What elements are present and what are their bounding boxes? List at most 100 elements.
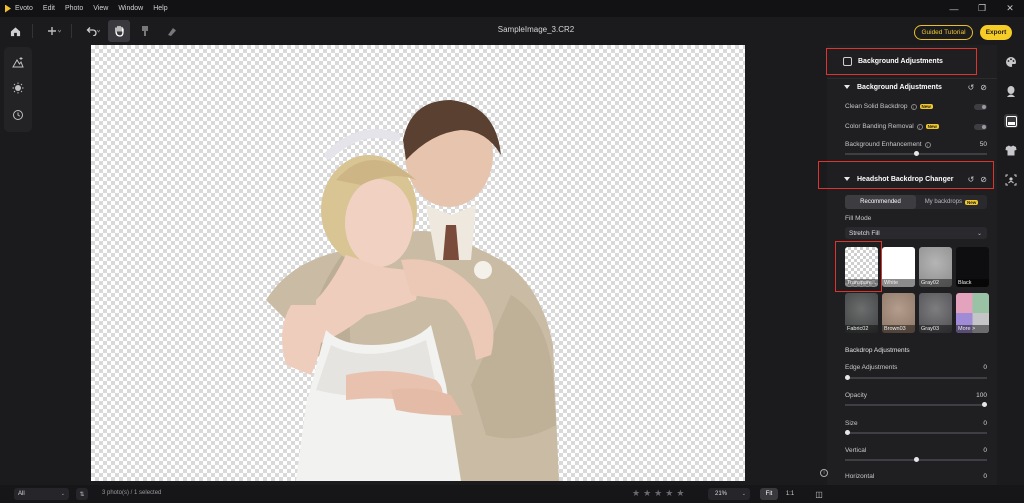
adjust-light-icon[interactable] [8,79,28,97]
clean-solid-backdrop-toggle[interactable] [974,104,987,110]
backdrop-more[interactable]: More > [956,293,989,333]
color-banding-toggle[interactable] [974,124,987,130]
star-icon[interactable]: ★ [654,488,662,499]
sort-icon[interactable]: ⇅ [76,488,88,500]
backdrop-label: Gray02 [919,279,952,287]
fill-mode-select[interactable]: Stretch Fill ⌄ [845,227,987,239]
menu-help[interactable]: Help [153,5,167,12]
filter-select[interactable]: All ⌄ [14,488,69,500]
backdrop-tabs: Recommended My backdrops New [845,195,987,209]
background-enhancement-row: Background Enhancement i [845,141,931,148]
menu-edit[interactable]: Edit [43,5,55,12]
info-icon[interactable]: i [924,141,931,148]
slider-knob[interactable] [845,375,850,380]
section-title: Background Adjustments [857,83,942,91]
undo-icon[interactable] [82,20,104,42]
hand-tool-icon[interactable] [108,20,130,42]
size-slider[interactable] [845,430,987,435]
crop-person-icon[interactable] [1004,173,1018,187]
star-icon[interactable]: ★ [632,488,640,499]
filter-value: All [18,491,25,497]
history-icon[interactable] [8,106,28,124]
reset-icon[interactable]: ↺ [968,83,975,92]
fill-mode-value: Stretch Fill [849,229,880,237]
tab-recommended[interactable]: Recommended [845,195,916,209]
slider-knob[interactable] [913,457,919,462]
guided-tutorial-button[interactable]: Guided Tutorial [914,25,973,40]
toolbar-divider [71,24,72,38]
highlight-box [826,48,977,75]
opacity-label: Opacity [845,392,868,399]
backdrop-brown03[interactable]: Brown03 [882,293,915,333]
new-badge: New [919,104,933,109]
file-title: SampleImage_3.CR2 [497,25,575,34]
minimize-button[interactable]: — [940,0,968,17]
tab-my-backdrops-label: My backdrops [924,199,963,205]
collapse-triangle-icon[interactable] [844,85,850,89]
edge-adjustments-slider[interactable] [845,375,987,380]
bottom-bar: All ⌄ ⇅ 3 photo(s) / 1 selected ★ ★ ★ ★ … [0,485,1024,503]
star-icon[interactable]: ★ [665,488,673,499]
star-icon[interactable]: ★ [676,488,684,499]
background-enhancement-slider[interactable] [845,151,987,156]
menu-bar: Evoto Edit Photo View Window Help — ❐ ✕ [0,0,1024,17]
new-badge: New [965,199,979,205]
vertical-value: 0 [983,447,987,454]
add-icon[interactable] [43,20,65,42]
info-icon[interactable]: i [910,103,917,110]
chevron-down-icon: ⌄ [60,491,65,497]
compare-icon[interactable]: ◫ [813,488,825,500]
backdrop-black[interactable]: Black [956,247,989,287]
backdrop-label: More > [956,325,989,333]
maximize-button[interactable]: ❐ [968,0,996,17]
couple-photo [266,100,559,481]
menu-window[interactable]: Window [118,5,143,12]
tab-my-backdrops[interactable]: My backdrops New [916,195,987,209]
fit-button[interactable]: Fit [760,488,778,500]
backdrop-fabric02[interactable]: Fabric02 [845,293,878,333]
star-rating[interactable]: ★ ★ ★ ★ ★ [632,488,684,499]
toggle-visibility-icon[interactable]: ⊘ [980,83,987,92]
menu-app[interactable]: Evoto [15,5,33,12]
clean-solid-backdrop-label: Clean Solid Backdrop [845,103,908,110]
menu-view[interactable]: View [93,5,108,12]
background-enhancement-value: 50 [979,141,987,148]
home-icon[interactable] [4,20,26,42]
portrait-icon[interactable] [1004,84,1018,98]
canvas-info-icon[interactable]: i [820,469,828,477]
backdrop-white[interactable]: White [882,247,915,287]
export-button[interactable]: Export [980,25,1012,40]
backdrop-gray03[interactable]: Gray03 [919,293,952,333]
slider-knob[interactable] [913,151,919,156]
vertical-slider[interactable] [845,457,987,462]
size-label: Size [845,420,858,427]
highlight-box [818,161,994,189]
slider-knob[interactable] [845,430,850,435]
star-icon[interactable]: ★ [643,488,651,499]
slider-knob[interactable] [982,402,987,407]
highlight-box [835,241,882,292]
horizontal-value: 0 [983,473,987,480]
eraser-icon[interactable] [160,20,182,42]
menu-photo[interactable]: Photo [65,5,83,12]
backdrop-adjustments-title: Backdrop Adjustments [845,347,910,354]
toolbar-divider [32,24,33,38]
backdrop-label: White [882,279,915,287]
palette-icon[interactable] [1004,55,1018,69]
photo-count: 3 photo(s) / 1 selected [102,490,162,496]
close-window-button[interactable]: ✕ [996,0,1024,17]
backdrop-gray02[interactable]: Gray02 [919,247,952,287]
brush-icon[interactable] [134,20,156,42]
clothing-icon[interactable] [1004,143,1018,157]
background-tool-icon[interactable] [1004,114,1018,128]
one-to-one-button[interactable]: 1:1 [781,488,799,500]
opacity-slider[interactable] [845,402,987,407]
zoom-select[interactable]: 21% ⌄ [708,488,750,500]
size-value: 0 [983,420,987,427]
ai-enhance-icon[interactable] [8,53,28,71]
opacity-value: 100 [976,392,987,399]
info-icon[interactable]: i [916,123,923,130]
right-tool-rail [999,45,1024,485]
image-canvas[interactable] [91,45,745,481]
section-background-adjustments[interactable]: Background Adjustments ↺ ⊘ [827,77,997,97]
